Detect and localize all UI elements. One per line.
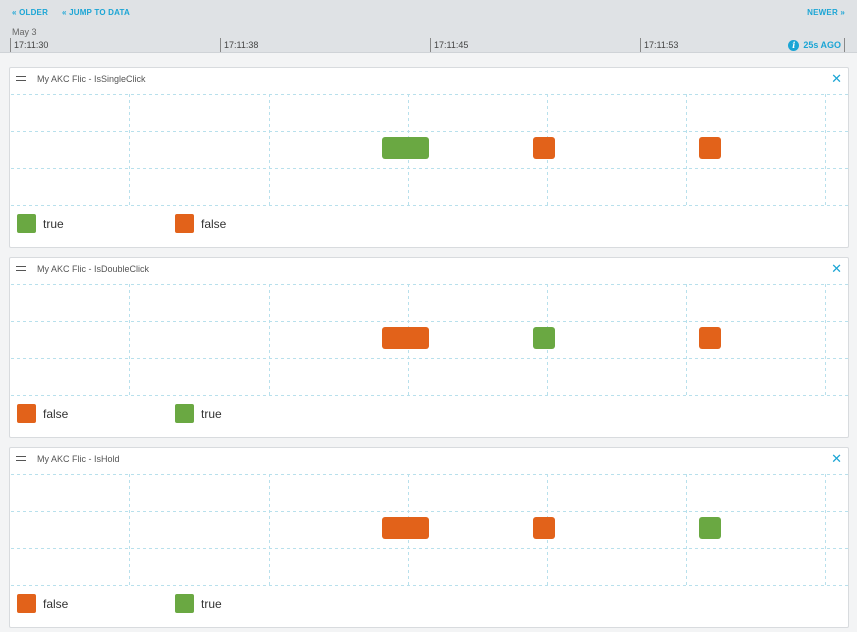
legend-item[interactable]: false bbox=[17, 594, 175, 613]
close-icon[interactable]: ✕ bbox=[831, 452, 842, 465]
jump-to-data-link[interactable]: « JUMP TO DATA bbox=[62, 8, 130, 17]
timeline-tick: 17:11:30 bbox=[10, 38, 48, 52]
state-chart bbox=[11, 94, 849, 206]
chart-legend: false true bbox=[17, 594, 333, 613]
state-event-block[interactable] bbox=[382, 137, 429, 159]
state-event-block[interactable] bbox=[533, 517, 555, 539]
legend-swatch bbox=[17, 404, 36, 423]
state-chart bbox=[11, 474, 849, 586]
state-event-block[interactable] bbox=[699, 137, 721, 159]
chart-legend: false true bbox=[17, 404, 333, 423]
panel-title: My AKC Flic - IsDoubleClick bbox=[37, 264, 150, 274]
state-chart-svg bbox=[11, 284, 849, 396]
drag-handle-icon[interactable] bbox=[16, 456, 26, 461]
state-chart-svg bbox=[11, 474, 849, 586]
timeline-bar: « OLDER « JUMP TO DATA NEWER » May 3 17:… bbox=[0, 0, 857, 53]
legend-item[interactable]: true bbox=[175, 594, 333, 613]
info-icon: i bbox=[788, 39, 800, 51]
state-chart-svg bbox=[11, 94, 849, 206]
legend-swatch bbox=[175, 594, 194, 613]
legend-item[interactable]: true bbox=[17, 214, 175, 233]
state-event-block[interactable] bbox=[533, 327, 555, 349]
state-event-block[interactable] bbox=[699, 517, 721, 539]
legend-label: false bbox=[43, 406, 69, 421]
timeline-tick: 17:11:38 bbox=[220, 38, 258, 52]
last-updated-text: 25s AGO bbox=[803, 40, 841, 50]
state-chart bbox=[11, 284, 849, 396]
legend-label: true bbox=[201, 406, 222, 421]
state-event-block[interactable] bbox=[533, 137, 555, 159]
legend-item[interactable]: false bbox=[17, 404, 175, 423]
state-event-block[interactable] bbox=[382, 327, 429, 349]
panel-is-single-click: My AKC Flic - IsSingleClick ✕ true false bbox=[9, 67, 849, 248]
legend-label: false bbox=[201, 216, 227, 231]
drag-handle-icon[interactable] bbox=[16, 266, 26, 271]
close-icon[interactable]: ✕ bbox=[831, 262, 842, 275]
legend-label: false bbox=[43, 596, 69, 611]
legend-item[interactable]: true bbox=[175, 404, 333, 423]
close-icon[interactable]: ✕ bbox=[831, 72, 842, 85]
timeline-date: May 3 bbox=[12, 27, 37, 37]
legend-swatch bbox=[175, 214, 194, 233]
timeline-end-marker bbox=[844, 38, 845, 52]
legend-swatch bbox=[175, 404, 194, 423]
legend-swatch bbox=[17, 594, 36, 613]
state-event-block[interactable] bbox=[382, 517, 429, 539]
last-updated-indicator[interactable]: i 25s AGO bbox=[788, 38, 841, 52]
panel-is-hold: My AKC Flic - IsHold ✕ false true bbox=[9, 447, 849, 628]
legend-item[interactable]: false bbox=[175, 214, 333, 233]
panel-is-double-click: My AKC Flic - IsDoubleClick ✕ false true bbox=[9, 257, 849, 438]
timeline-tick: 17:11:45 bbox=[430, 38, 468, 52]
legend-label: true bbox=[43, 216, 64, 231]
newer-link[interactable]: NEWER » bbox=[807, 8, 845, 17]
chart-legend: true false bbox=[17, 214, 333, 233]
timeline-tick: 17:11:53 bbox=[640, 38, 678, 52]
legend-swatch bbox=[17, 214, 36, 233]
state-event-block[interactable] bbox=[699, 327, 721, 349]
older-link[interactable]: « OLDER bbox=[12, 8, 48, 17]
panel-title: My AKC Flic - IsHold bbox=[37, 454, 120, 464]
drag-handle-icon[interactable] bbox=[16, 76, 26, 81]
panel-title: My AKC Flic - IsSingleClick bbox=[37, 74, 146, 84]
legend-label: true bbox=[201, 596, 222, 611]
